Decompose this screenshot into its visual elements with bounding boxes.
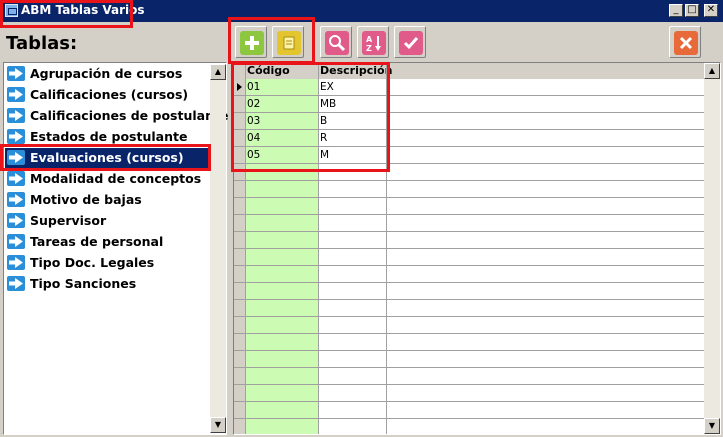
data-grid: Código Descripción 01 EX 02 MB 03 B 04 R 05 M ▲ ▼ [233, 62, 721, 435]
table-row[interactable]: 02 MB [234, 96, 704, 113]
grid-divider [318, 63, 319, 434]
edit-icon [277, 31, 301, 55]
maximize-button[interactable]: □ [685, 4, 699, 17]
tables-list: Agrupación de cursos Calificaciones (curs… [3, 62, 228, 435]
table-row[interactable] [234, 385, 704, 402]
svg-text:A: A [366, 35, 373, 44]
table-list-item-label: Tareas de personal [30, 234, 164, 249]
list-scrollbar[interactable]: ▲ ▼ [210, 64, 226, 433]
cell-descripcion[interactable]: EX [320, 81, 334, 93]
table-row[interactable] [234, 164, 704, 181]
scroll-down-button[interactable]: ▼ [210, 417, 226, 433]
arrow-right-icon [7, 276, 25, 291]
arrow-right-icon [7, 129, 25, 144]
cell-codigo[interactable]: 02 [247, 98, 260, 110]
grid-scroll-up-button[interactable]: ▲ [704, 63, 720, 79]
table-list-item[interactable]: Calificaciones (cursos) [5, 85, 210, 105]
table-row[interactable] [234, 300, 704, 317]
table-row[interactable] [234, 317, 704, 334]
table-list-item-label: Agrupación de cursos [30, 66, 183, 81]
arrow-right-icon [7, 192, 25, 207]
table-list-item-label: Evaluaciones (cursos) [30, 150, 184, 165]
arrow-right-icon [7, 150, 25, 165]
close-x-icon [674, 31, 698, 55]
app-icon [5, 4, 18, 17]
column-header-descripcion[interactable]: Descripción [319, 63, 704, 79]
table-list-item[interactable]: Tipo Sanciones [5, 274, 210, 294]
table-row[interactable] [234, 402, 704, 419]
table-row[interactable] [234, 334, 704, 351]
edit-button[interactable] [272, 26, 304, 58]
table-list-item[interactable]: Tareas de personal [5, 232, 210, 252]
table-row[interactable] [234, 232, 704, 249]
table-list-item[interactable]: Agrupación de cursos [5, 64, 210, 84]
table-list-item-label: Motivo de bajas [30, 192, 142, 207]
magnifier-icon [325, 31, 349, 55]
svg-text:Z: Z [366, 44, 372, 52]
table-list-item[interactable]: Modalidad de conceptos [5, 169, 210, 189]
table-list-item-label: Tipo Doc. Legales [30, 255, 155, 270]
arrow-right-icon [7, 171, 25, 186]
tables-heading: Tablas: [6, 33, 78, 54]
add-button[interactable] [235, 26, 267, 58]
table-row[interactable]: 03 B [234, 113, 704, 130]
cell-codigo[interactable]: 04 [247, 132, 260, 144]
title-bar: ABM Tablas Varios _ □ ✕ [0, 0, 723, 22]
cell-codigo[interactable]: 01 [247, 81, 260, 93]
cell-descripcion[interactable]: R [320, 132, 327, 144]
grid-divider [386, 63, 387, 434]
table-list-item[interactable]: Motivo de bajas [5, 190, 210, 210]
cell-descripcion[interactable]: M [320, 149, 329, 161]
arrow-right-icon [7, 108, 25, 123]
arrow-right-icon [7, 87, 25, 102]
search-button[interactable] [320, 26, 352, 58]
table-row[interactable] [234, 283, 704, 300]
close-window-button[interactable]: ✕ [704, 4, 718, 17]
table-row[interactable]: 04 R [234, 130, 704, 147]
arrow-right-icon [7, 213, 25, 228]
table-list-item[interactable]: Tipo Doc. Legales [5, 253, 210, 273]
export-button[interactable] [394, 26, 426, 58]
grid-scroll-down-button[interactable]: ▼ [704, 418, 720, 434]
table-list-item[interactable]: Supervisor [5, 211, 210, 231]
minimize-button[interactable]: _ [669, 4, 683, 17]
sort-az-icon: AZ [362, 31, 386, 55]
plus-icon [240, 31, 264, 55]
close-button[interactable] [669, 26, 701, 58]
scroll-up-button[interactable]: ▲ [210, 64, 226, 80]
checkmark-icon [399, 31, 423, 55]
grid-divider [245, 63, 246, 434]
arrow-right-icon [7, 66, 25, 81]
arrow-right-icon [7, 255, 25, 270]
table-row[interactable] [234, 215, 704, 232]
table-row[interactable] [234, 368, 704, 385]
table-list-item-label: Calificaciones (cursos) [30, 87, 189, 102]
table-list-item-label: Modalidad de conceptos [30, 171, 202, 186]
current-row-indicator-icon [237, 83, 242, 91]
table-list-item-label: Supervisor [30, 213, 107, 228]
table-row[interactable] [234, 198, 704, 215]
sort-button[interactable]: AZ [357, 26, 389, 58]
table-list-item-label: Estados de postulante [30, 129, 188, 144]
table-list-item-label: Calificaciones de postulante [30, 108, 229, 123]
table-row[interactable]: 01 EX [234, 79, 704, 96]
table-list-item[interactable]: Calificaciones de postulante [5, 106, 228, 126]
table-list-item[interactable]: Estados de postulante [5, 127, 210, 147]
window-title: ABM Tablas Varios [21, 3, 145, 17]
cell-codigo[interactable]: 03 [247, 115, 260, 127]
table-row[interactable] [234, 249, 704, 266]
table-row[interactable] [234, 266, 704, 283]
table-row[interactable] [234, 419, 704, 434]
cell-codigo[interactable]: 05 [247, 149, 260, 161]
arrow-right-icon [7, 234, 25, 249]
column-header-codigo[interactable]: Código [246, 63, 319, 79]
cell-descripcion[interactable]: B [320, 115, 327, 127]
table-list-item[interactable]: Evaluaciones (cursos) [5, 148, 210, 168]
cell-descripcion[interactable]: MB [320, 98, 336, 110]
table-row[interactable] [234, 181, 704, 198]
table-list-item-label: Tipo Sanciones [30, 276, 137, 291]
table-row[interactable]: 05 M [234, 147, 704, 164]
grid-scrollbar[interactable]: ▲ ▼ [704, 63, 720, 434]
table-row[interactable] [234, 351, 704, 368]
